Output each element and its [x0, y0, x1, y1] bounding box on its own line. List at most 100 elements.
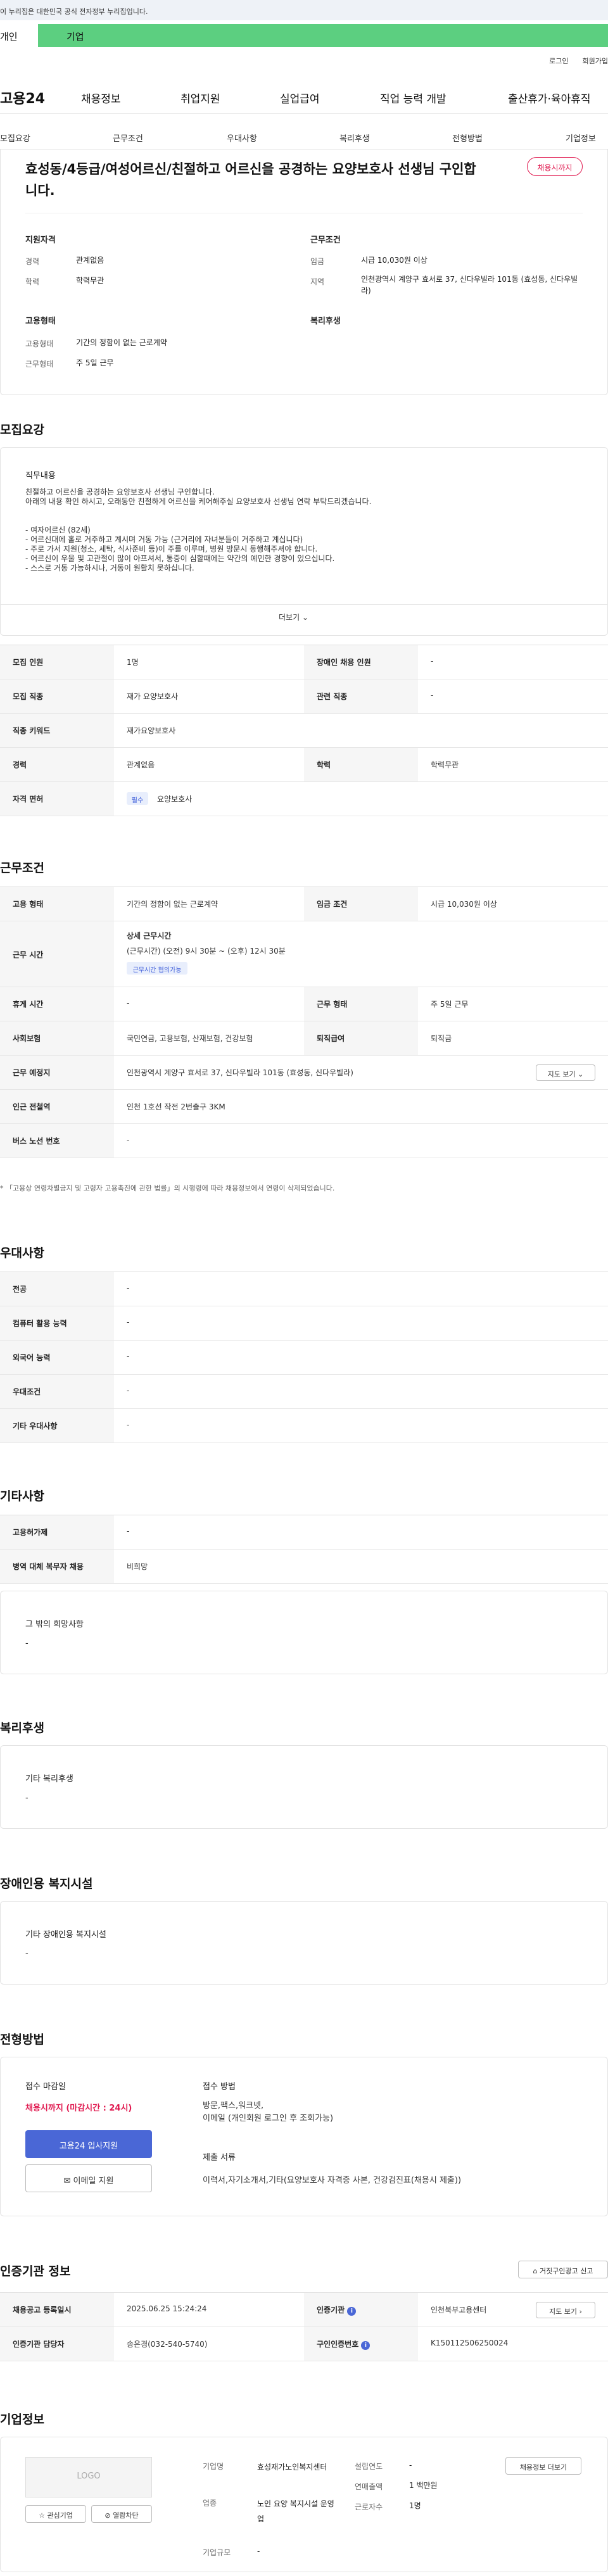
more-button[interactable]: 더보기 ⌄ [279, 612, 308, 622]
method-line: 이메일 (개인회원 로그인 후 조회가능) [203, 2114, 334, 2123]
company-name-value: 효성재가노인복지센터 [257, 2463, 327, 2472]
table-row: 버스 노선 번호 - [0, 1124, 608, 1158]
worktype-value: 주 5일 근무 [76, 358, 114, 367]
time-value: (근무시간) (오전) 9시 30분 ~ (오후) 12시 30분 [127, 947, 286, 956]
process-section-title: 전형방법 [0, 2033, 44, 2047]
gnb-menu-unemployment[interactable]: 실업급여 [280, 90, 320, 106]
career-label: 경력 [25, 257, 40, 266]
warning-icon: ⌂ [533, 2267, 538, 2275]
gnb-menu-employment-support[interactable]: 취업지원 [180, 90, 220, 106]
map-button[interactable]: 지도 보기 › [536, 2302, 595, 2318]
edu-label: 학력 [25, 277, 40, 286]
time-negotiable-tag: 근무시간 협의가능 [127, 962, 187, 975]
block-view-button[interactable]: ⊘ 열람차단 [91, 2505, 152, 2523]
info-icon[interactable]: i [361, 2341, 370, 2350]
map-button-label: 지도 보기 [549, 2308, 578, 2316]
anchor-welfare[interactable]: 복리후생 [339, 132, 370, 144]
row-value: - [431, 691, 434, 700]
method-value: 방문,팩스,워크넷, 이메일 (개인회원 로그인 후 조회가능) [203, 2100, 333, 2125]
report-label: 거짓구인광고 신고 [540, 2267, 593, 2275]
row-value: 송은경(032-540-5740) [127, 2340, 208, 2349]
row-value: 재가 요양보호사 [127, 692, 179, 701]
row-value: 인천광역시 계양구 효서로 37, 신다우빌라 101동 (효성동, 신다우빌라… [127, 1068, 353, 1077]
row-value: 주 5일 근무 [431, 1000, 469, 1009]
other-table: 고용허가제 - 병역 대체 복무자 채용 비희망 [0, 1515, 608, 1584]
duty-line: 친절하고 어르신을 공경하는 요양보호사 선생님 구인합니다. [25, 488, 215, 496]
row-label: 모집 인원 [0, 645, 114, 679]
welfare-heading: 복리후생 [310, 317, 341, 326]
row-label: 우대조건 [0, 1375, 114, 1408]
email-apply-button[interactable]: ✉ 이메일 지원 [25, 2164, 152, 2192]
row-label: 인근 전철역 [0, 1090, 114, 1123]
deadline-value: 채용시까지 (마감시간 : 24시) [25, 2104, 132, 2113]
duty-line: - 어르신대에 홀로 거주하고 계시며 거동 가능 (근거리에 자녀분들이 거주… [25, 535, 303, 544]
row-label: 고용 형태 [0, 887, 114, 921]
anchor-conditions[interactable]: 근무조건 [113, 132, 143, 144]
interest-company-button[interactable]: ☆ 관심기업 [25, 2505, 86, 2523]
sales-label: 연매출액 [355, 2482, 383, 2491]
anchor-company[interactable]: 기업정보 [566, 132, 596, 144]
preferences-section-title: 우대사항 [0, 1246, 44, 1260]
row-value: K150112506250024 [431, 2339, 509, 2347]
gnb-menu-leave[interactable]: 출산휴가·육아휴직 [508, 90, 591, 106]
row-label: 채용공고 등록일시 [0, 2293, 114, 2327]
anchor-preferences[interactable]: 우대사항 [227, 132, 257, 144]
welfare-card [0, 1745, 608, 1829]
more-jobs-button[interactable]: 채용정보 더보기 [505, 2457, 581, 2475]
anchor-process[interactable]: 전형방법 [452, 132, 483, 144]
row-label: 근무 예정지 [0, 1056, 114, 1089]
other-wish-heading: 그 밖의 희망사항 [25, 1620, 84, 1629]
table-row: 우대조건 - [0, 1375, 608, 1409]
size-label: 기업규모 [203, 2548, 231, 2557]
row-label: 자격 면허 [0, 782, 114, 816]
table-row: 사회보험 국민연금, 고용보험, 산재보험, 건강보험 퇴직급여 퇴직금 [0, 1021, 608, 1056]
duty-line: - 어르신이 우울 및 고관절이 많이 아프셔서, 통증이 심할때에는 약간의 … [25, 554, 335, 563]
apply-button[interactable]: 고용24 입사지원 [25, 2130, 152, 2158]
row-label: 임금 조건 [304, 887, 418, 921]
row-label: 모집 직종 [0, 679, 114, 713]
row-label-text: 인증기관 [317, 2306, 345, 2314]
row-value: - [127, 1135, 130, 1144]
row-value: - [127, 1420, 130, 1429]
report-button[interactable]: ⌂ 거짓구인광고 신고 [518, 2261, 608, 2278]
cert-table: 채용공고 등록일시 2025.06.25 15:24:24 인증기관 i 인천북… [0, 2292, 608, 2361]
worktype-label: 근무형태 [25, 360, 54, 369]
other-wish-card [0, 1591, 608, 1674]
job-title: 효성동/4등급/여성어르신/친절하고 어르신을 공경하는 요양보호사 선생님 구… [25, 161, 476, 198]
divider [0, 604, 608, 605]
login-link[interactable]: 로그인 [549, 57, 568, 65]
wage-label: 임금 [310, 257, 325, 266]
row-label: 사회보험 [0, 1021, 114, 1055]
row-label: 병역 대체 복무자 채용 [0, 1550, 114, 1583]
table-row: 휴게 시간 - 근무 형태 주 5일 근무 [0, 987, 608, 1021]
cond-heading: 근무조건 [310, 236, 341, 245]
gnb-menu-jobs[interactable]: 채용정보 [81, 90, 121, 106]
edu-value: 학력무관 [76, 276, 104, 285]
duty-heading: 직무내용 [25, 471, 56, 481]
welfare-section-title: 복리후생 [0, 1721, 44, 1735]
row-label: 학력 [304, 748, 418, 781]
table-row: 채용공고 등록일시 2025.06.25 15:24:24 인증기관 i 인천북… [0, 2293, 608, 2327]
join-link[interactable]: 회원가입 [583, 57, 608, 65]
tab-corporate[interactable]: 기업 [38, 24, 608, 47]
more-label: 더보기 [279, 613, 300, 622]
table-row: 인근 전철역 인천 1호선 작전 2번출구 3KM [0, 1090, 608, 1124]
staff-label: 근로자수 [355, 2503, 383, 2511]
tab-personal[interactable]: 개인 [0, 24, 38, 47]
docs-value: 이력서,자기소개서,기타(요양보호사 자격증 사본, 건강검진표(채용시 제출)… [203, 2176, 462, 2185]
interest-label: 관심기업 [47, 2511, 73, 2520]
row-label: 장애인 채용 인원 [304, 645, 418, 679]
info-icon[interactable]: i [347, 2307, 357, 2316]
welfare-box-heading: 기타 복리후생 [25, 1774, 73, 1784]
map-button[interactable]: 지도 보기 ⌄ [536, 1064, 595, 1081]
company-logo: LOGO [25, 2457, 152, 2497]
anchor-recruit[interactable]: 모집요강 [0, 132, 30, 144]
duty-content: 친절하고 어르신을 공경하는 요양보호사 선생님 구인합니다. 아래의 내용 확인… [25, 488, 583, 573]
site-logo[interactable]: 고용24 [0, 87, 45, 108]
star-icon: ☆ [39, 2511, 45, 2520]
row-label: 구인인증번호 i [304, 2327, 418, 2361]
gnb-menu-training[interactable]: 직업 능력 개발 [380, 90, 446, 106]
table-row: 인증기관 담당자 송은경(032-540-5740) 구인인증번호 i K150… [0, 2327, 608, 2361]
table-row: 외국어 능력 - [0, 1341, 608, 1375]
email-apply-label: 이메일 지원 [73, 2176, 114, 2186]
